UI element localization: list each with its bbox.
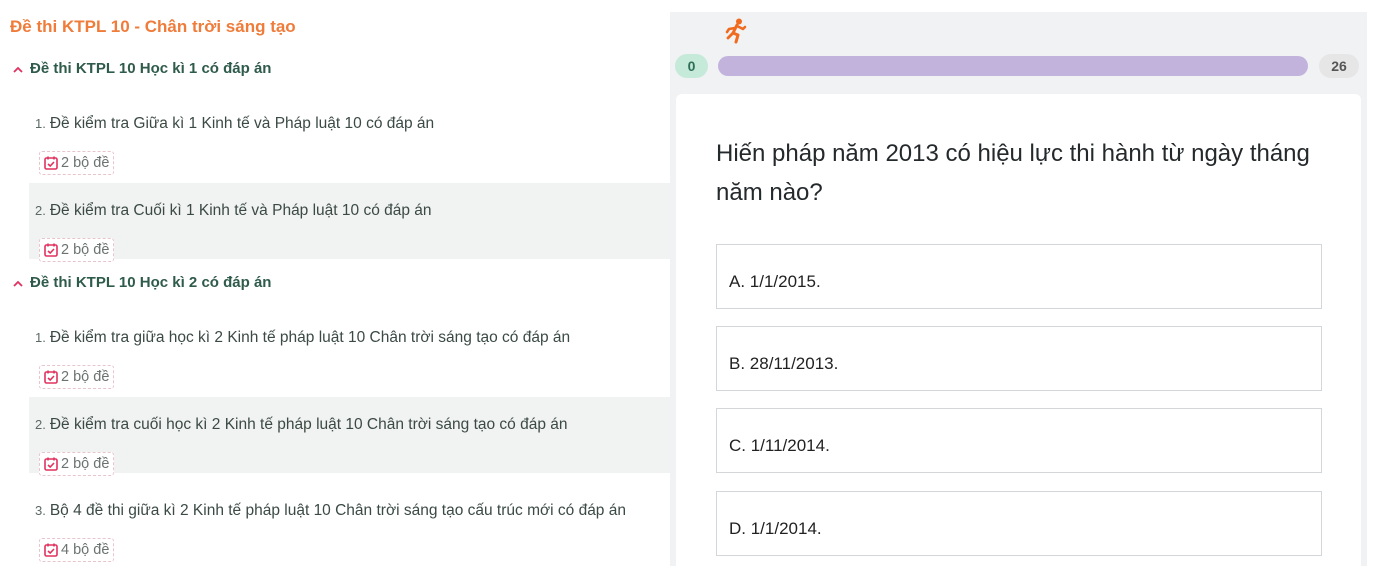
item-label: Đề kiểm tra cuối học kì 2 Kinh tế pháp l… <box>49 416 568 433</box>
badge-label: 2 bộ đề <box>61 242 110 258</box>
progress-total-badge: 26 <box>1319 54 1359 78</box>
list-item[interactable]: 3. Bộ 4 đề thi giữa kì 2 Kinh tế pháp luậ… <box>29 483 670 562</box>
section-header-hk2[interactable]: Đề thi KTPL 10 Học kì 2 có đáp án <box>13 274 271 291</box>
item-number: 3. <box>35 503 46 518</box>
question-text: Hiến pháp năm 2013 có hiệu lực thi hành … <box>716 140 1310 206</box>
section-title: Đề thi KTPL 10 Học kì 1 có đáp án <box>30 60 272 77</box>
item-number: 1. <box>35 330 46 345</box>
list-item[interactable]: 1. Đề kiểm tra giữa học kì 2 Kinh tế pháp… <box>29 310 670 389</box>
calendar-check-icon <box>44 370 58 384</box>
item-link[interactable]: 3. Bộ 4 đề thi giữa kì 2 Kinh tế pháp luậ… <box>35 502 626 520</box>
badge-label: 2 bộ đề <box>61 155 110 171</box>
exam-count-badge: 2 bộ đề <box>39 365 115 389</box>
progress-bar <box>718 56 1308 76</box>
item-label: Đề kiểm tra Cuối kì 1 Kinh tế và Pháp lu… <box>49 202 432 219</box>
answer-option-a[interactable]: A. 1/1/2015. <box>716 244 1322 309</box>
item-link[interactable]: 1. Đề kiểm tra Giữa kì 1 Kinh tế và Pháp … <box>35 115 434 133</box>
section-title: Đề thi KTPL 10 Học kì 2 có đáp án <box>30 274 272 291</box>
item-link[interactable]: 2. Đề kiểm tra Cuối kì 1 Kinh tế và Pháp … <box>35 202 432 220</box>
badge-label: 4 bộ đề <box>61 542 110 558</box>
item-link[interactable]: 2. Đề kiểm tra cuối học kì 2 Kinh tế pháp… <box>35 416 568 434</box>
exam-count-badge: 2 bộ đề <box>39 238 115 262</box>
badge-label: 2 bộ đề <box>61 456 110 472</box>
calendar-check-icon <box>44 243 58 257</box>
chevron-up-icon <box>13 60 25 77</box>
exam-count-badge: 2 bộ đề <box>39 151 115 175</box>
calendar-check-icon <box>44 457 58 471</box>
exam-list-panel: Đề thi KTPL 10 - Chân trời sáng tạo Đề t… <box>0 0 670 566</box>
quiz-panel: 0 26 Hiến pháp năm 2013 có hiệu lực thi … <box>670 12 1367 566</box>
item-link[interactable]: 1. Đề kiểm tra giữa học kì 2 Kinh tế pháp… <box>35 329 570 347</box>
item-number: 2. <box>35 203 46 218</box>
answer-option-b[interactable]: B. 28/11/2013. <box>716 326 1322 391</box>
item-label: Đề kiểm tra giữa học kì 2 Kinh tế pháp l… <box>49 329 571 346</box>
item-label: Bộ 4 đề thi giữa kì 2 Kinh tế pháp luật … <box>49 502 626 519</box>
item-number: 2. <box>35 417 46 432</box>
badge-label: 2 bộ đề <box>61 369 110 385</box>
list-item[interactable]: 2. Đề kiểm tra Cuối kì 1 Kinh tế và Pháp … <box>29 183 670 262</box>
section-header-hk1[interactable]: Đề thi KTPL 10 Học kì 1 có đáp án <box>13 60 271 77</box>
running-person-icon <box>725 18 747 49</box>
answer-option-d[interactable]: D. 1/1/2014. <box>716 491 1322 556</box>
page-title: Đề thi KTPL 10 - Chân trời sáng tạo <box>10 17 296 36</box>
list-item[interactable]: 2. Đề kiểm tra cuối học kì 2 Kinh tế pháp… <box>29 397 670 476</box>
exam-count-badge: 4 bộ đề <box>39 538 115 562</box>
item-number: 1. <box>35 116 46 131</box>
list-item[interactable]: 1. Đề kiểm tra Giữa kì 1 Kinh tế và Pháp … <box>29 96 670 175</box>
calendar-check-icon <box>44 156 58 170</box>
answer-option-c[interactable]: C. 1/11/2014. <box>716 408 1322 473</box>
chevron-up-icon <box>13 274 25 291</box>
item-label: Đề kiểm tra Giữa kì 1 Kinh tế và Pháp lu… <box>49 115 435 132</box>
exam-count-badge: 2 bộ đề <box>39 452 115 476</box>
progress-current-badge: 0 <box>675 54 708 78</box>
question-card: Hiến pháp năm 2013 có hiệu lực thi hành … <box>676 94 1361 566</box>
calendar-check-icon <box>44 543 58 557</box>
